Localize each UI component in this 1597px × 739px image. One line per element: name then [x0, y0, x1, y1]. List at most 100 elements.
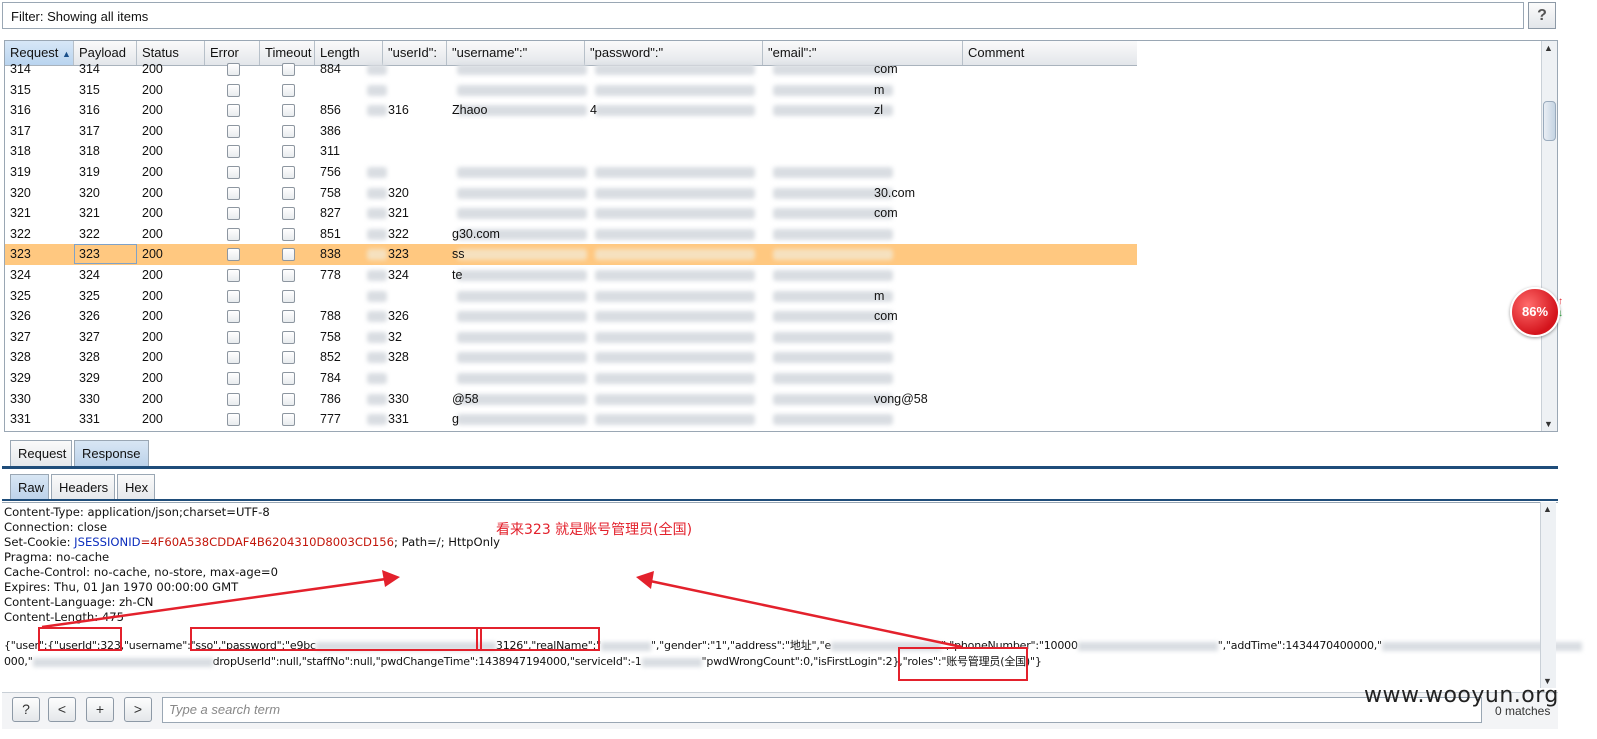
error-checkbox[interactable]	[227, 310, 240, 324]
timeout-checkbox[interactable]	[282, 124, 295, 138]
response-text-area[interactable]: Content-Type: application/json;charset=U…	[2, 502, 1582, 688]
next-match-button[interactable]: >	[124, 697, 152, 722]
timeout-checkbox[interactable]	[282, 166, 295, 179]
tab-hex[interactable]: Hex	[117, 474, 155, 500]
response-scrollbar[interactable]: ▲ ▼	[1540, 502, 1556, 688]
table-row[interactable]: 314 314 200 884 com	[5, 59, 1137, 80]
arrow-head-icon	[636, 571, 654, 589]
error-checkbox[interactable]	[227, 413, 240, 427]
tab-request[interactable]: Request	[10, 440, 72, 466]
error-checkbox[interactable]	[227, 248, 240, 262]
timeout-checkbox[interactable]	[282, 83, 295, 97]
cell-email: zl	[874, 103, 884, 118]
scroll-thumb[interactable]	[1543, 101, 1556, 141]
timeout-checkbox[interactable]	[282, 104, 295, 118]
timeout-checkbox[interactable]	[282, 351, 295, 365]
table-row[interactable]: 329 329 200 784	[5, 368, 1137, 389]
tab-response[interactable]: Response	[74, 440, 149, 466]
table-row[interactable]: 327 327 200 758 32	[5, 327, 1137, 348]
add-button[interactable]: +	[86, 697, 114, 722]
cell-status: 200	[142, 247, 163, 262]
scroll-down-icon[interactable]: ▼	[1544, 419, 1553, 429]
table-row[interactable]: 324 324 200 778 324 te	[5, 265, 1137, 286]
error-checkbox[interactable]	[227, 289, 240, 303]
scroll-up-icon[interactable]: ▲	[1544, 43, 1553, 53]
cell-length: 311	[320, 144, 340, 159]
table-scrollbar[interactable]: ▲ ▼	[1541, 41, 1557, 431]
scroll-up-icon[interactable]: ▲	[1543, 504, 1552, 514]
filter-label: Filter: Showing all items	[11, 9, 149, 24]
cell-payload: 317	[79, 123, 100, 138]
timeout-checkbox[interactable]	[282, 372, 295, 385]
error-checkbox[interactable]	[227, 186, 240, 200]
cell-email: com	[874, 309, 898, 324]
cell-userid	[383, 59, 447, 79]
table-row[interactable]: 326 326 200 788 326 com	[5, 306, 1137, 327]
table-row[interactable]: 319 319 200 756	[5, 162, 1137, 183]
table-row[interactable]: 318 318 200 311	[5, 141, 1137, 162]
error-checkbox[interactable]	[227, 330, 240, 344]
cell-email: m	[874, 288, 885, 303]
error-checkbox[interactable]	[227, 145, 240, 159]
filter-bar[interactable]: Filter: Showing all items	[2, 2, 1524, 29]
error-checkbox[interactable]	[227, 63, 240, 76]
table-row[interactable]: 323 323 200 838 323 ss	[5, 244, 1137, 265]
progress-badge[interactable]: 86%	[1510, 287, 1560, 337]
table-row[interactable]: 328 328 200 852 328	[5, 347, 1137, 368]
timeout-checkbox[interactable]	[282, 248, 295, 262]
search-help-button[interactable]: ?	[12, 697, 40, 722]
search-input[interactable]: Type a search term	[162, 697, 1482, 723]
table-row[interactable]: 321 321 200 827 321 com	[5, 203, 1137, 224]
timeout-checkbox[interactable]	[282, 392, 295, 406]
table-row[interactable]: 315 315 200 m	[5, 80, 1137, 101]
cell-request: 328	[10, 350, 31, 365]
help-button[interactable]: ?	[1528, 2, 1556, 29]
cell-userid: 330	[388, 391, 409, 406]
timeout-checkbox[interactable]	[282, 227, 295, 241]
error-checkbox[interactable]	[227, 372, 240, 385]
tab-separator	[2, 466, 1558, 469]
results-table[interactable]: Request ▲ Payload Status Error Timeout L…	[4, 40, 1558, 432]
error-checkbox[interactable]	[227, 83, 240, 97]
error-checkbox[interactable]	[227, 269, 240, 282]
redacted-block	[367, 270, 387, 281]
table-row[interactable]: 317 317 200 386	[5, 121, 1137, 142]
timeout-checkbox[interactable]	[282, 289, 295, 303]
timeout-checkbox[interactable]	[282, 63, 295, 76]
cell-userid: 322	[388, 226, 409, 241]
timeout-checkbox[interactable]	[282, 413, 295, 427]
table-row[interactable]: 325 325 200 m	[5, 286, 1137, 307]
tab-raw[interactable]: Raw	[10, 474, 49, 500]
timeout-checkbox[interactable]	[282, 145, 295, 159]
cell-userid	[383, 80, 447, 100]
timeout-checkbox[interactable]	[282, 269, 295, 282]
cell-request: 318	[10, 144, 31, 159]
cell-payload: 315	[79, 82, 100, 97]
cell-username	[447, 59, 585, 79]
error-checkbox[interactable]	[227, 351, 240, 365]
table-row[interactable]: 322 322 200 851 322 g30.com	[5, 224, 1137, 245]
error-checkbox[interactable]	[227, 166, 240, 179]
table-row[interactable]: 331 331 200 777 331 g	[5, 409, 1137, 430]
redacted-block	[367, 187, 387, 199]
table-row[interactable]: 320 320 200 758 320 30.com	[5, 183, 1137, 204]
timeout-checkbox[interactable]	[282, 207, 295, 221]
watermark: www.wooyun.org	[1364, 683, 1559, 708]
cell-username	[447, 327, 585, 347]
previous-match-button[interactable]: <	[48, 697, 76, 722]
table-row[interactable]: 316 316 200 856 316 Zhaoo 4 zl	[5, 100, 1137, 121]
error-checkbox[interactable]	[227, 124, 240, 138]
timeout-checkbox[interactable]	[282, 186, 295, 200]
error-checkbox[interactable]	[227, 227, 240, 241]
cell-status: 200	[142, 123, 163, 138]
timeout-checkbox[interactable]	[282, 310, 295, 324]
error-checkbox[interactable]	[227, 104, 240, 118]
cell-userid	[383, 141, 447, 161]
cell-email: m	[874, 82, 885, 97]
timeout-checkbox[interactable]	[282, 330, 295, 344]
cell-password	[585, 327, 763, 347]
table-row[interactable]: 330 330 200 786 330 @58 vong@58	[5, 389, 1137, 410]
error-checkbox[interactable]	[227, 392, 240, 406]
error-checkbox[interactable]	[227, 207, 240, 221]
tab-headers[interactable]: Headers	[51, 474, 115, 500]
